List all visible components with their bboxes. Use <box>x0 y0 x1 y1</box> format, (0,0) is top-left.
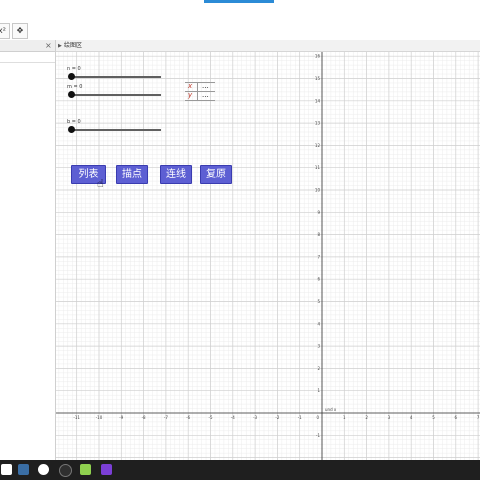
slider-b-track[interactable] <box>71 129 161 131</box>
top-accent-bar <box>204 0 274 3</box>
y-tick-label: -1 <box>316 433 320 438</box>
graphics-view-title: 绘图区 <box>64 42 83 49</box>
function-tool-icon[interactable]: x² <box>0 23 10 39</box>
start-icon[interactable] <box>1 464 12 475</box>
x-tick-label: -9 <box>119 415 123 420</box>
slider-n-track[interactable] <box>71 76 161 78</box>
x-tick-label: -7 <box>164 415 168 420</box>
x-tick-label: -1 <box>298 415 302 420</box>
x-tick-label: -5 <box>209 415 213 420</box>
media-icon[interactable] <box>101 464 112 475</box>
geogebra-icon[interactable] <box>80 464 91 475</box>
x-tick-label: -3 <box>253 415 257 420</box>
slider-n-knob[interactable] <box>68 73 75 80</box>
algebra-divider <box>0 62 55 63</box>
x-tick-label: 1 <box>343 415 346 420</box>
file-explorer-icon[interactable] <box>18 464 29 475</box>
y-tick-label: 14 <box>315 98 321 103</box>
table-rule-vertical <box>197 82 198 100</box>
slider-b-knob[interactable] <box>68 126 75 133</box>
slider-n-label: n = 0 <box>67 66 81 72</box>
y-tick-label: 16 <box>315 54 321 59</box>
table-x-label: x <box>188 82 193 90</box>
y-tick-label: 11 <box>315 165 321 170</box>
graphics-view-canvas[interactable]: -11 -10 -9 -8 -7 -6 -5 -4 -3 -2 -1 1 2 3 4 5 6 7123456789… <box>56 52 480 460</box>
reset-button[interactable]: 复原 <box>200 165 232 184</box>
x-tick-label: -2 <box>275 415 279 420</box>
slider-m-track[interactable] <box>71 94 161 96</box>
y-tick-label: 15 <box>315 76 321 81</box>
table-x-value: ... <box>202 82 209 90</box>
table-y-value: ... <box>202 91 209 99</box>
x-tick-label: -10 <box>96 415 103 420</box>
x-tick-label: -6 <box>186 415 190 420</box>
x-tick-label: -11 <box>73 415 80 420</box>
app-icon[interactable] <box>59 464 72 477</box>
slider-m-knob[interactable] <box>68 91 75 98</box>
x-tick-label: 3 <box>388 415 391 420</box>
plot-points-button[interactable]: 描点 <box>116 165 148 184</box>
top-toolbar <box>0 0 480 40</box>
graphics-view-header <box>56 40 480 52</box>
y-tick-label: 10 <box>315 188 321 193</box>
table-y-label: y <box>188 91 193 99</box>
hand-cursor-icon: ☝ <box>97 177 104 190</box>
slider-m-label: m = 0 <box>67 84 83 90</box>
x-tick-label: -4 <box>231 415 235 420</box>
connect-line-button[interactable]: 连线 <box>160 165 192 184</box>
y-tick-label: 12 <box>315 143 321 148</box>
x-tick-label: -8 <box>142 415 146 420</box>
x-tick-label: 6 <box>455 415 458 420</box>
x-tick-label: 5 <box>432 415 435 420</box>
table-rule-bottom <box>185 100 215 101</box>
algebra-view <box>0 40 56 460</box>
x-axis-label: und x <box>325 407 337 412</box>
taskbar <box>0 460 480 480</box>
x-tick-label: 4 <box>410 415 413 420</box>
close-icon[interactable]: × <box>45 40 52 51</box>
collapse-triangle-icon[interactable]: ▶ <box>58 42 62 50</box>
slider-b-label: b = 0 <box>67 119 81 125</box>
y-tick-label: 13 <box>315 121 321 126</box>
chrome-icon[interactable] <box>38 464 49 475</box>
move-graphics-icon[interactable]: ✥ <box>12 23 28 39</box>
